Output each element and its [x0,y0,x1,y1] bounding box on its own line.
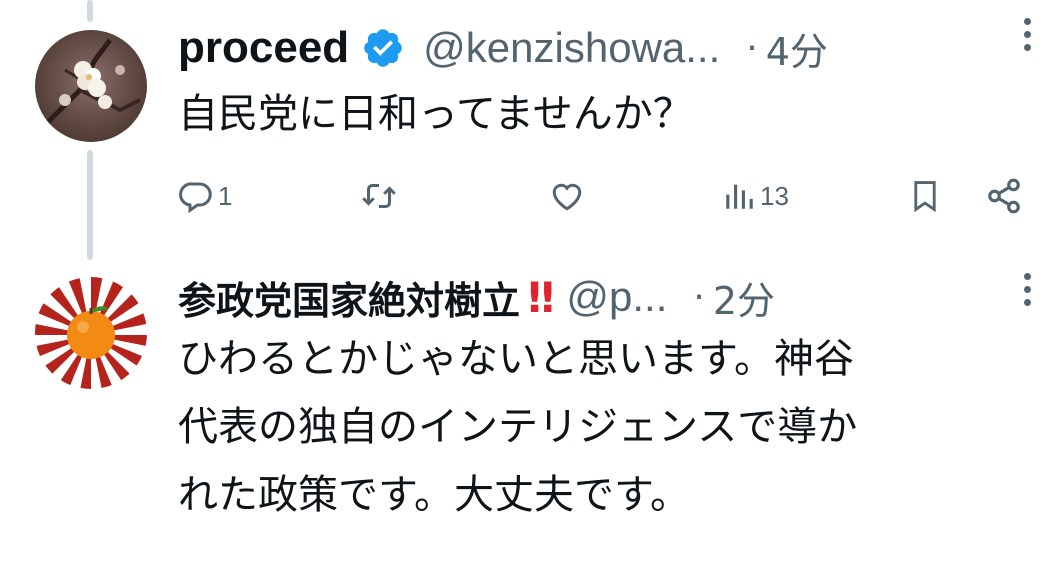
more-options-icon[interactable] [1024,18,1032,56]
retweet-icon [362,184,396,208]
user-handle[interactable]: @p... [566,273,667,321]
tweet-header: proceed @kenzishowa... · 4分 [178,20,1028,76]
timestamp[interactable]: 2分 [713,270,775,325]
tweet-text: ひわるとかじゃないと思います。神谷 代表の独自のインテリジェンスで導か れた政策… [178,336,858,518]
double-exclamation-emoji: ‼ [528,272,554,322]
share-button[interactable] [985,172,1023,220]
views-count: 13 [760,180,789,211]
share-icon [988,178,1020,214]
reply-icon [179,182,212,214]
bookmark-button[interactable] [908,172,942,220]
heart-icon [552,183,582,211]
avatar[interactable] [35,30,147,142]
separator-dot: · [746,27,758,69]
views-chart-icon [726,184,753,209]
separator-dot: · [693,276,705,318]
action-bar: 1 13 [0,172,1048,220]
orange-rising-sun-avatar-image [35,277,147,389]
tweet-header: 参政党国家絶対樹立 ‼ @p... · 2分 [178,269,1028,325]
tweet-sanseito[interactable]: 参政党国家絶対樹立 ‼ @p... · 2分 ひわるとかじゃないと思います。神谷… [0,255,1048,563]
display-name[interactable]: proceed [178,23,349,73]
timestamp[interactable]: 4分 [766,21,828,76]
views-button[interactable]: 13 [722,172,789,220]
display-name[interactable]: 参政党国家絶対樹立 [178,270,520,325]
avatar[interactable] [35,277,147,389]
more-options-icon[interactable] [1024,273,1032,311]
verified-badge-icon[interactable] [361,26,405,70]
retweet-button[interactable] [358,172,400,220]
user-handle[interactable]: @kenzishowa... [423,24,720,72]
reply-count: 1 [218,180,233,211]
reply-button[interactable]: 1 [178,172,232,220]
plum-blossom-avatar-image [35,30,147,142]
like-button[interactable] [548,172,586,220]
tweet-proceed[interactable]: proceed @kenzishowa... · 4分 自民党に日和ってませんか… [0,0,1048,240]
tweet-text: 自民党に日和ってませんか？ [178,91,693,137]
bookmark-icon [914,181,936,213]
